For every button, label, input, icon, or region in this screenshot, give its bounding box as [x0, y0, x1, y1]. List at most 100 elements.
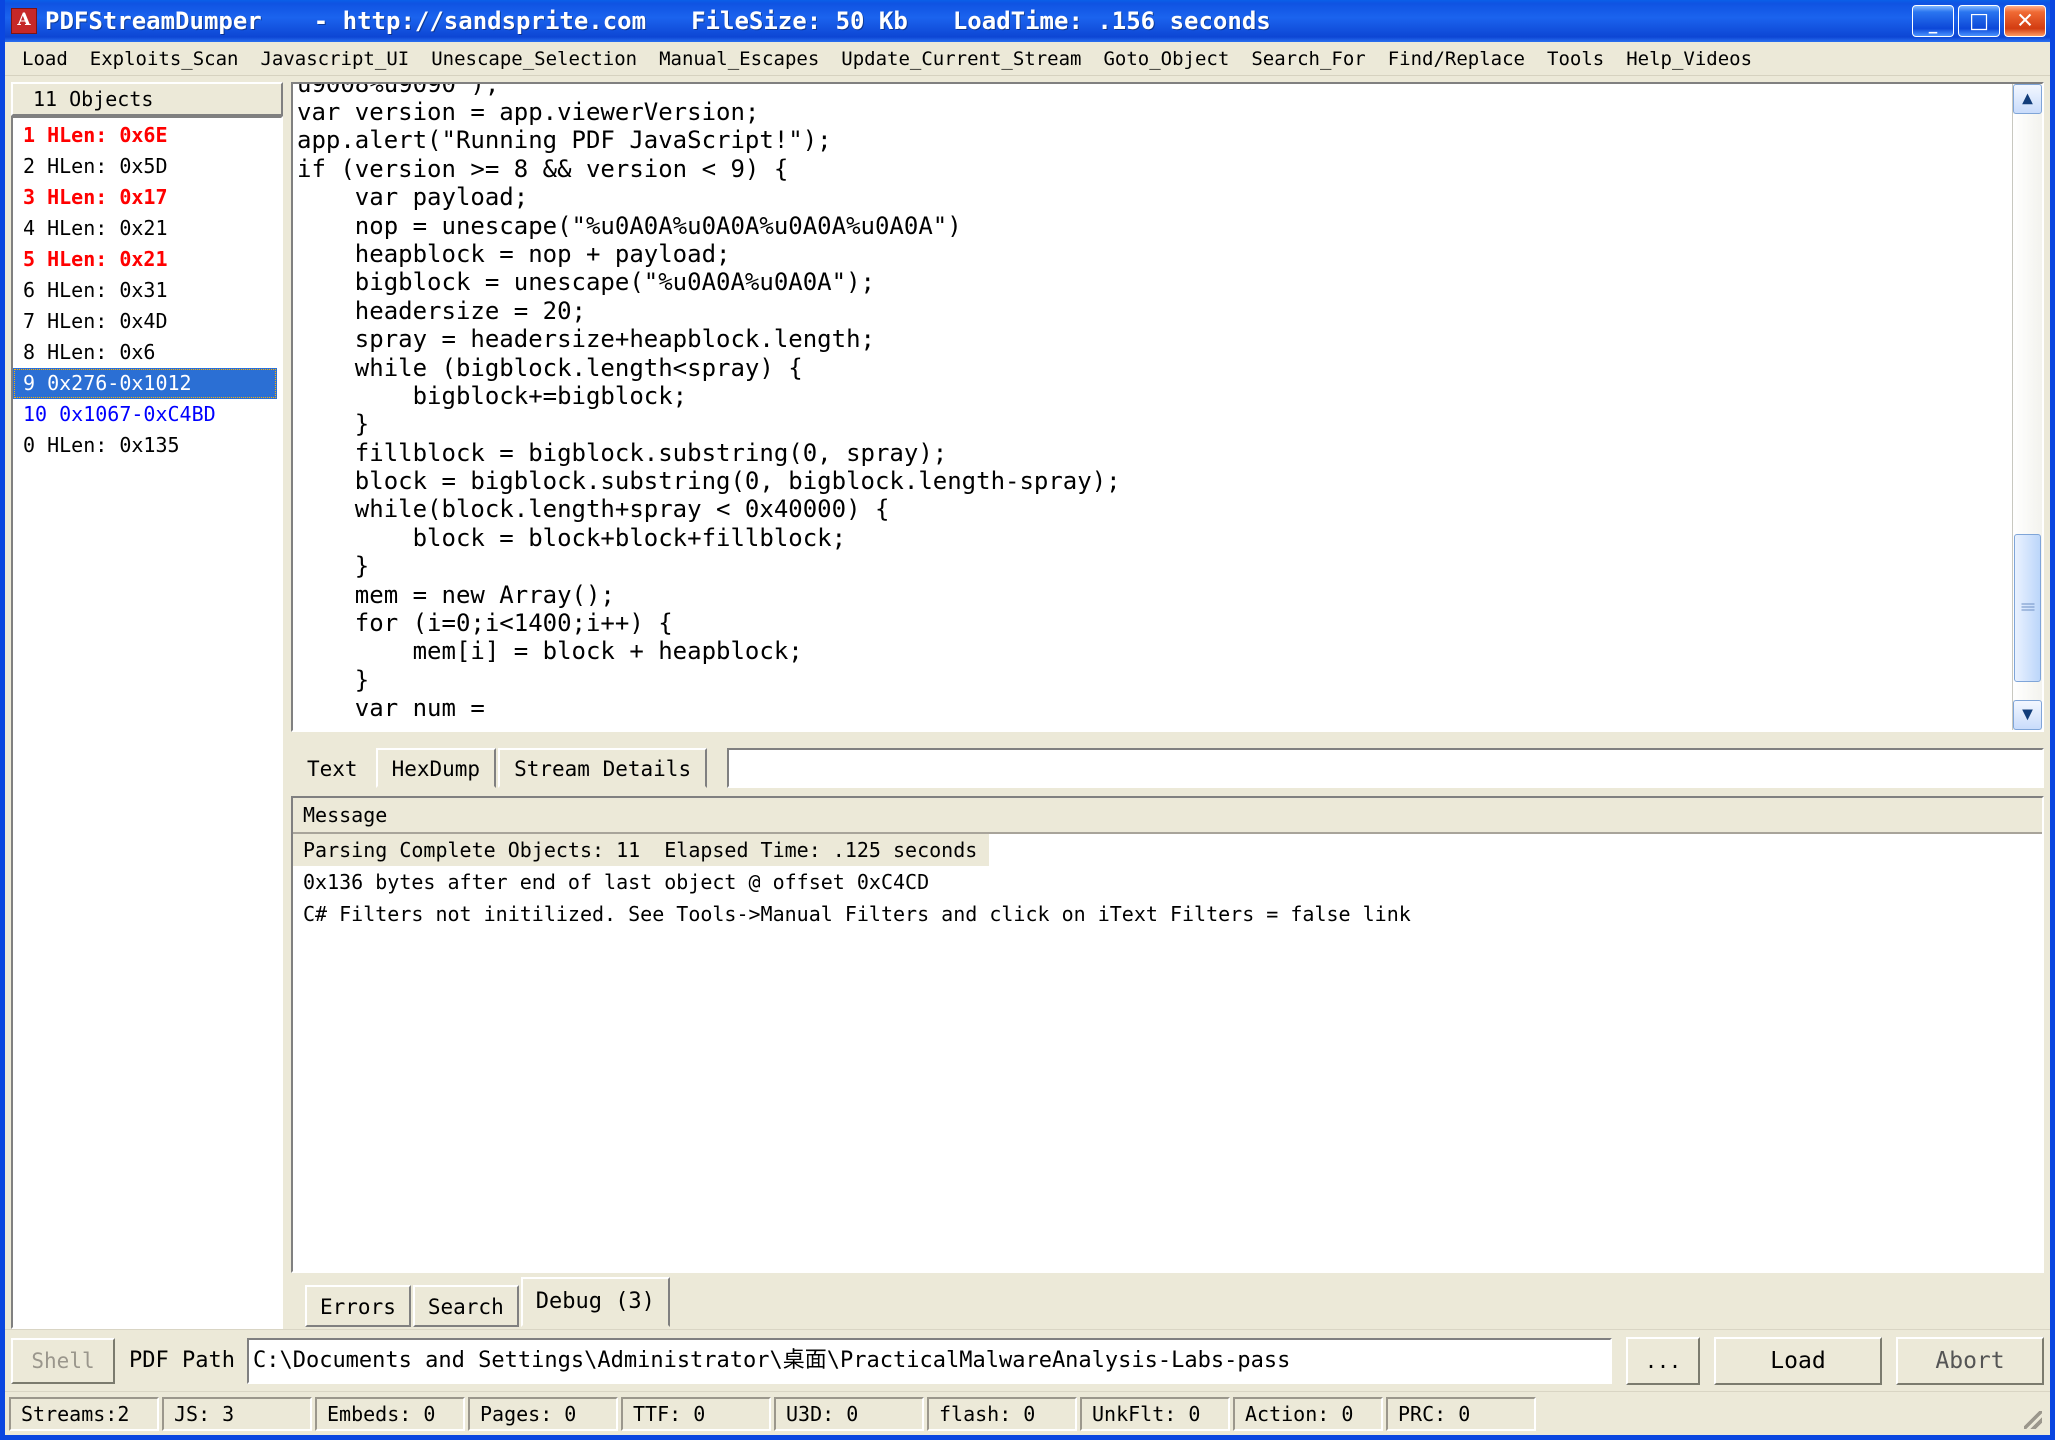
code-line: var version = app.viewerVersion; [297, 98, 2012, 126]
object-list-item[interactable]: 6 HLen: 0x31 [13, 275, 281, 306]
menu-item-search-for[interactable]: Search_For [1240, 46, 1376, 72]
log-tab-debug-3-[interactable]: Debug (3) [521, 1277, 670, 1327]
scroll-down-button[interactable]: ▼ [2013, 700, 2042, 730]
code-line: block = block+block+fillblock; [297, 524, 2012, 552]
status-cell-u3d: U3D: 0 [774, 1397, 924, 1431]
status-cell-prc: PRC: 0 [1386, 1397, 1536, 1431]
code-line: } [297, 410, 2012, 438]
view-tab-stream-details[interactable]: Stream Details [498, 748, 707, 788]
status-cell-embeds: Embeds: 0 [315, 1397, 465, 1431]
code-line: fillblock = bigblock.substring(0, spray)… [297, 439, 2012, 467]
stream-text-content: u9008%u9090");var version = app.viewerVe… [293, 84, 2012, 730]
menu-item-exploits-scan[interactable]: Exploits_Scan [79, 46, 250, 72]
object-list-item[interactable]: 5 HLen: 0x21 [13, 244, 281, 275]
status-cell-pages: Pages: 0 [468, 1397, 618, 1431]
object-count-header: 11 Objects [11, 82, 283, 116]
code-line: bigblock = unescape("%u0A0A%u0A0A"); [297, 268, 2012, 296]
code-line: block = bigblock.substring(0, bigblock.l… [297, 467, 2012, 495]
menu-item-load[interactable]: Load [11, 46, 79, 72]
menu-item-update-current-stream[interactable]: Update_Current_Stream [830, 46, 1092, 72]
view-tab-text[interactable]: Text [291, 748, 374, 788]
message-row: C# Filters not initilized. See Tools->Ma… [293, 898, 2042, 930]
window-title-loadtime: LoadTime: .156 seconds [953, 7, 1271, 35]
maximize-icon: □ [1959, 11, 1999, 32]
scrollbar-thumb[interactable] [2014, 534, 2041, 682]
close-button[interactable]: ✕ [2004, 5, 2046, 37]
chevron-down-icon: ▼ [2014, 707, 2041, 721]
object-list-item[interactable]: 9 0x276-0x1012 [13, 368, 277, 399]
status-cell-flash: flash: 0 [927, 1397, 1077, 1431]
object-list[interactable]: 1 HLen: 0x6E2 HLen: 0x5D3 HLen: 0x174 HL… [11, 116, 283, 1329]
code-line: var payload; [297, 183, 2012, 211]
minimize-icon: _ [1913, 16, 1953, 33]
menu-bar: LoadExploits_ScanJavascript_UIUnescape_S… [5, 42, 2050, 76]
menu-item-find-replace[interactable]: Find/Replace [1377, 46, 1536, 72]
menu-item-help-videos[interactable]: Help_Videos [1615, 46, 1763, 72]
pdf-path-input[interactable]: C:\Documents and Settings\Administrator\… [247, 1338, 1612, 1384]
browse-button[interactable]: ... [1626, 1337, 1700, 1385]
title-bar: PDFStreamDumper - http://sandsprite.com … [5, 0, 2050, 42]
code-line-clipped: u9008%u9090"); [297, 84, 2012, 98]
abort-button[interactable]: Abort [1896, 1337, 2044, 1385]
message-panel: Message Parsing Complete Objects: 11 Ela… [291, 796, 2044, 1273]
code-line: while (bigblock.length<spray) { [297, 354, 2012, 382]
scroll-up-button[interactable]: ▲ [2013, 84, 2042, 114]
code-line: bigblock+=bigblock; [297, 382, 2012, 410]
menu-item-goto-object[interactable]: Goto_Object [1092, 46, 1240, 72]
maximize-button[interactable]: □ [1958, 5, 2000, 37]
window-title-app: PDFStreamDumper [45, 7, 262, 35]
code-line: mem[i] = block + heapblock; [297, 637, 2012, 665]
filter-input[interactable] [727, 748, 2044, 788]
code-line: } [297, 552, 2012, 580]
minimize-button[interactable]: _ [1912, 5, 1954, 37]
code-line-text: u9008%u9090"); [297, 84, 499, 98]
application-window: PDFStreamDumper - http://sandsprite.com … [0, 0, 2055, 1440]
code-line: headersize = 20; [297, 297, 2012, 325]
code-line: } [297, 666, 2012, 694]
scrollbar-track[interactable] [2013, 114, 2042, 700]
menu-item-unescape-selection[interactable]: Unescape_Selection [420, 46, 648, 72]
chevron-up-icon: ▲ [2014, 91, 2041, 105]
window-title-url: - http://sandsprite.com [314, 7, 646, 35]
code-line: heapblock = nop + payload; [297, 240, 2012, 268]
code-line: nop = unescape("%u0A0A%u0A0A%u0A0A%u0A0A… [297, 212, 2012, 240]
shell-button[interactable]: Shell [11, 1338, 115, 1384]
message-list: Parsing Complete Objects: 11 Elapsed Tim… [293, 834, 2042, 930]
message-panel-header: Message [293, 798, 2042, 834]
log-tab-errors[interactable]: Errors [305, 1285, 411, 1327]
pdf-path-label: PDF Path [129, 1348, 235, 1373]
window-title-filesize: FileSize: 50 Kb [691, 7, 908, 35]
status-cell-unkflt: UnkFlt: 0 [1080, 1397, 1230, 1431]
stream-text-viewer[interactable]: u9008%u9090");var version = app.viewerVe… [291, 82, 2044, 732]
status-cell-ttf: TTF: 0 [621, 1397, 771, 1431]
status-cell-action: Action: 0 [1233, 1397, 1383, 1431]
object-list-item[interactable]: 0 HLen: 0x135 [13, 430, 281, 461]
vertical-scrollbar[interactable]: ▲ ▼ [2012, 84, 2042, 730]
code-line: while(block.length+spray < 0x40000) { [297, 495, 2012, 523]
view-tab-hexdump[interactable]: HexDump [376, 748, 497, 788]
status-bar: Streams:2JS: 3Embeds: 0Pages: 0TTF: 0U3D… [5, 1391, 2050, 1435]
object-list-item[interactable]: 10 0x1067-0xC4BD [13, 399, 281, 430]
load-button[interactable]: Load [1714, 1337, 1882, 1385]
view-tab-strip: TextHexDumpStream Details [291, 732, 2044, 788]
app-logo-icon [11, 8, 37, 34]
path-toolbar: Shell PDF Path C:\Documents and Settings… [5, 1329, 2050, 1391]
log-tab-strip: ErrorsSearchDebug (3) [291, 1273, 2044, 1329]
menu-item-manual-escapes[interactable]: Manual_Escapes [648, 46, 830, 72]
menu-item-javascript-ui[interactable]: Javascript_UI [249, 46, 420, 72]
object-list-item[interactable]: 2 HLen: 0x5D [13, 151, 281, 182]
object-list-item[interactable]: 3 HLen: 0x17 [13, 182, 281, 213]
resize-grip-icon[interactable] [1539, 1397, 2046, 1431]
message-row: Parsing Complete Objects: 11 Elapsed Tim… [293, 834, 989, 866]
code-line: spray = headersize+heapblock.length; [297, 325, 2012, 353]
message-row: 0x136 bytes after end of last object @ o… [293, 866, 2042, 898]
object-list-item[interactable]: 4 HLen: 0x21 [13, 213, 281, 244]
status-cell-streams: Streams:2 [9, 1397, 159, 1431]
log-tab-search[interactable]: Search [413, 1285, 519, 1327]
object-list-item[interactable]: 7 HLen: 0x4D [13, 306, 281, 337]
code-line: for (i=0;i<1400;i++) { [297, 609, 2012, 637]
object-list-item[interactable]: 1 HLen: 0x6E [13, 120, 281, 151]
menu-item-tools[interactable]: Tools [1536, 46, 1615, 72]
content-column: u9008%u9090");var version = app.viewerVe… [291, 82, 2044, 1329]
object-list-item[interactable]: 8 HLen: 0x6 [13, 337, 281, 368]
